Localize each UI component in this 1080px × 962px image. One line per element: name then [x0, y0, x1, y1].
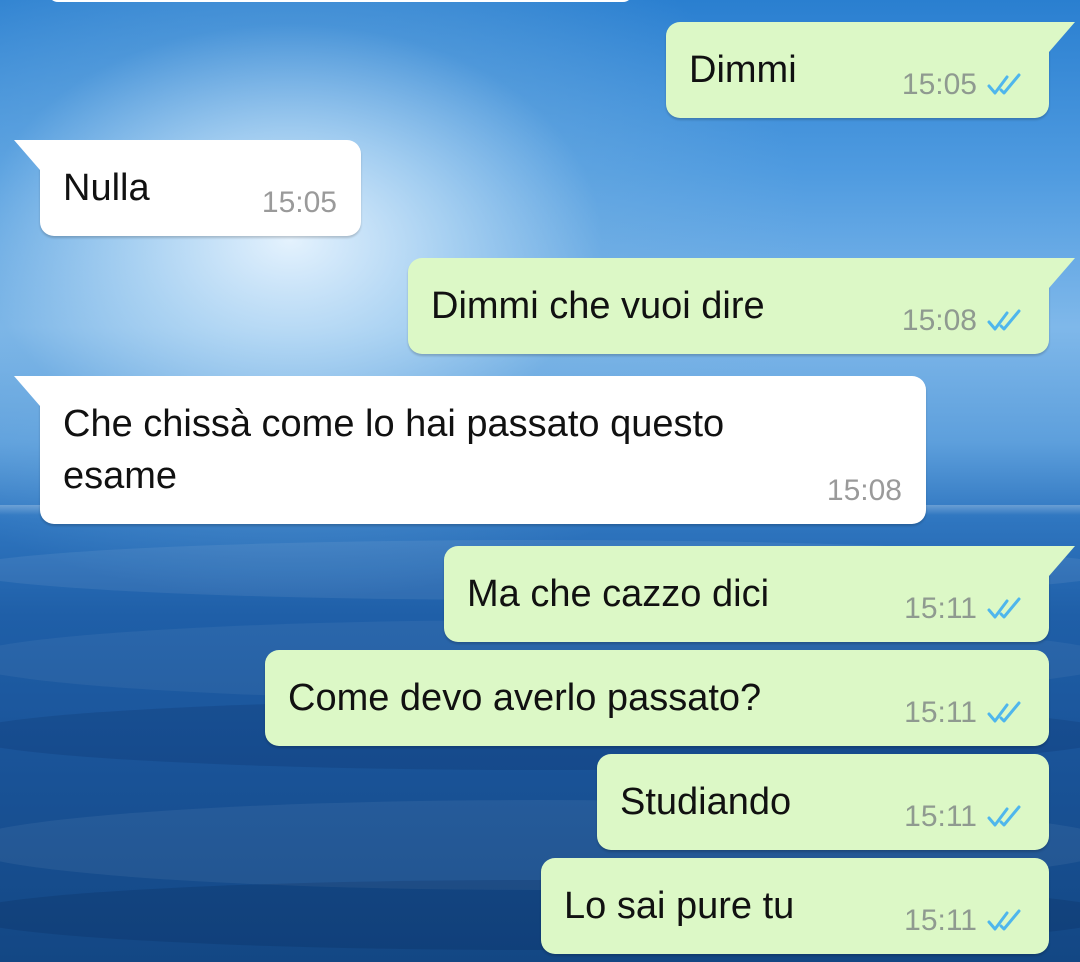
message-time: 15:08	[901, 304, 977, 337]
incoming-message[interactable]: Che chissà come lo hai passato questo es…	[14, 376, 926, 524]
double-check-icon	[987, 309, 1021, 331]
outgoing-message[interactable]: Ma che cazzo dici 15:11	[444, 546, 1075, 642]
message-text: Dimmi	[689, 49, 797, 91]
message-meta: 15:11	[904, 802, 1025, 832]
message-time: 15:11	[904, 800, 977, 833]
outgoing-message[interactable]: Lo sai pure tu 15:11	[541, 858, 1049, 954]
outgoing-message[interactable]: Dimmi che vuoi dire 15:08	[408, 258, 1075, 354]
previous-message-edge	[48, 0, 633, 2]
message-meta: 15:11	[904, 698, 1025, 728]
double-check-icon	[987, 73, 1021, 95]
outgoing-message[interactable]: Studiando 15:11	[597, 754, 1049, 850]
message-meta: 15:08	[902, 306, 1025, 336]
message-text: Che chissà come lo hai passato questo es…	[63, 403, 725, 497]
outgoing-message[interactable]: Dimmi 15:05	[666, 22, 1075, 118]
message-text: Dimmi che vuoi dire	[431, 285, 765, 327]
message-meta: 15:08	[827, 476, 902, 506]
message-meta: 15:11	[904, 906, 1025, 936]
message-text: Come devo averlo passato?	[288, 677, 762, 719]
message-meta: 15:05	[262, 188, 337, 218]
message-time: 15:11	[904, 904, 977, 937]
incoming-message[interactable]: Nulla 15:05	[14, 140, 361, 236]
message-time: 15:08	[826, 474, 902, 507]
message-time: 15:05	[901, 68, 977, 101]
message-time: 15:05	[261, 186, 337, 219]
double-check-icon	[987, 597, 1021, 619]
message-text: Studiando	[620, 781, 792, 823]
message-meta: 15:05	[902, 70, 1025, 100]
double-check-icon	[987, 909, 1021, 931]
message-time: 15:11	[904, 696, 977, 729]
message-meta: 15:11	[904, 594, 1025, 624]
double-check-icon	[987, 701, 1021, 723]
double-check-icon	[987, 805, 1021, 827]
message-text: Ma che cazzo dici	[467, 573, 770, 615]
outgoing-message[interactable]: Come devo averlo passato? 15:11	[265, 650, 1049, 746]
message-text: Nulla	[63, 167, 150, 209]
message-time: 15:11	[904, 592, 977, 625]
message-text: Lo sai pure tu	[564, 885, 795, 927]
